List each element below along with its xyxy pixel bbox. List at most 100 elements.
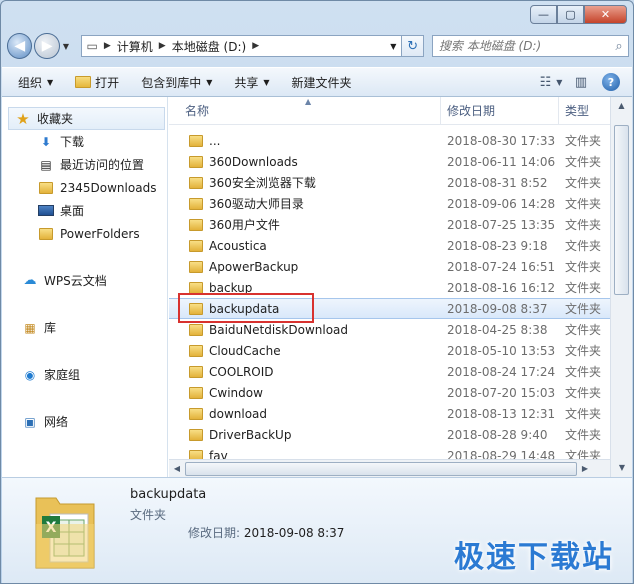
nav-library-label: 库 [44, 321, 57, 335]
table-row[interactable]: CloudCache 2018-05-10 13:53 文件夹 [169, 340, 610, 361]
include-library-label: 包含到库中 [141, 75, 202, 90]
organize-button[interactable]: 组织 ▼ [18, 74, 53, 91]
table-row[interactable]: backupdata 2018-09-08 8:37 文件夹 [169, 298, 610, 319]
file-date: 2018-04-25 8:38 [447, 322, 548, 337]
folder-icon [189, 155, 203, 168]
file-type: 文件夹 [565, 197, 602, 211]
horizontal-scroll-thumb[interactable] [185, 461, 577, 476]
table-row[interactable]: ... 2018-08-30 17:33 文件夹 [169, 130, 610, 151]
table-row[interactable]: backup 2018-08-16 16:12 文件夹 [169, 277, 610, 298]
file-date: 2018-08-16 16:12 [447, 280, 556, 295]
column-name-header[interactable]: ▲ 名称 [169, 97, 441, 125]
breadcrumb-separator-icon[interactable]: ▶ [100, 41, 115, 51]
include-in-library-button[interactable]: 包含到库中 ▼ [141, 74, 212, 91]
file-type: 文件夹 [565, 428, 602, 442]
new-folder-button[interactable]: 新建文件夹 [292, 74, 352, 91]
refresh-icon: ↻ [407, 38, 419, 54]
command-bar: 组织 ▼ 打开 包含到库中 ▼ 共享 ▼ 新建文件夹 ☷ ▼ ▥ ? [2, 67, 632, 97]
open-button[interactable]: 打开 [75, 74, 119, 91]
chevron-down-icon: ▼ [206, 77, 213, 87]
breadcrumb-separator-icon[interactable]: ▶ [155, 41, 170, 51]
view-controls: ☷ ▼ ▥ ? [532, 72, 622, 92]
download-folder-icon: ⬇ [40, 134, 52, 149]
folder-icon [189, 134, 203, 147]
vertical-scroll-thumb[interactable] [614, 125, 629, 295]
maximize-button[interactable]: ▢ [557, 5, 584, 24]
breadcrumb-separator-icon[interactable]: ▶ [248, 41, 263, 51]
nav-wps-cloud[interactable]: ☁ WPS云文档 [2, 269, 167, 292]
file-name-cell: 360安全浏览器下载 [169, 174, 441, 191]
table-row[interactable]: Acoustica 2018-08-23 9:18 文件夹 [169, 235, 610, 256]
nav-homegroup[interactable]: ◉ 家庭组 [2, 363, 167, 386]
chevron-down-icon: ▼ [47, 77, 54, 87]
address-bar[interactable]: ▭ ▶ 计算机 ▶ 本地磁盘 (D:) ▶ ▼ [80, 35, 403, 57]
nav-item-powerfolders[interactable]: PowerFolders [2, 222, 167, 245]
file-type: 文件夹 [565, 365, 602, 379]
back-button[interactable]: ◀ [7, 33, 33, 59]
file-name-cell: ... [169, 134, 441, 148]
column-date-header[interactable]: 修改日期 [441, 97, 559, 125]
search-input[interactable] [432, 39, 610, 53]
file-name-cell: download [169, 407, 441, 421]
recent-pages-dropdown[interactable]: ▼ [63, 42, 75, 51]
column-type-label: 类型 [565, 104, 590, 118]
close-button[interactable]: ✕ [584, 5, 627, 24]
table-row[interactable]: Cwindow 2018-07-20 15:03 文件夹 [169, 382, 610, 403]
nav-item-label: 2345Downloads [60, 180, 157, 195]
minimize-button[interactable]: — [530, 5, 557, 24]
scroll-left-icon[interactable]: ◀ [169, 464, 185, 473]
folder-icon [39, 227, 53, 240]
horizontal-scrollbar[interactable]: ◀ ▶ [169, 459, 610, 477]
search-icon[interactable]: ⌕ [610, 39, 628, 54]
file-type: 文件夹 [565, 155, 602, 169]
file-name: DriverBackUp [209, 427, 292, 442]
column-type-header[interactable]: 类型 [559, 97, 610, 125]
open-label: 打开 [95, 75, 120, 90]
table-row[interactable]: COOLROID 2018-08-24 17:24 文件夹 [169, 361, 610, 382]
nav-item-2345downloads[interactable]: 2345Downloads [2, 176, 167, 199]
library-icon: ▦ [24, 320, 36, 335]
nav-item-desktop[interactable]: 桌面 [2, 199, 167, 222]
nav-item-label: 下载 [60, 135, 85, 149]
file-name-cell: Cwindow [169, 386, 441, 400]
table-row[interactable]: 360Downloads 2018-06-11 14:06 文件夹 [169, 151, 610, 172]
folder-icon [189, 176, 203, 189]
table-row[interactable]: 360安全浏览器下载 2018-08-31 8:52 文件夹 [169, 172, 610, 193]
file-name: 360Downloads [209, 154, 298, 169]
share-button[interactable]: 共享 ▼ [234, 74, 269, 91]
table-row[interactable]: 360用户文件 2018-07-25 13:35 文件夹 [169, 214, 610, 235]
scroll-right-icon[interactable]: ▶ [577, 464, 593, 473]
vertical-scrollbar[interactable]: ▲ ▼ [610, 97, 632, 477]
navigation-pane: ★ 收藏夹 ⬇ 下载 ▤ 最近访问的位置 2345Downloads 桌面 Po… [2, 97, 168, 477]
table-row[interactable]: ApowerBackup 2018-07-24 16:51 文件夹 [169, 256, 610, 277]
nav-item-downloads[interactable]: ⬇ 下载 [2, 130, 167, 153]
help-button[interactable]: ? [600, 72, 622, 92]
nav-network[interactable]: ▣ 网络 [2, 410, 167, 433]
folder-icon [189, 260, 203, 273]
folder-icon [189, 386, 203, 399]
table-row[interactable]: DriverBackUp 2018-08-28 9:40 文件夹 [169, 424, 610, 445]
scroll-up-icon[interactable]: ▲ [611, 97, 632, 115]
file-name: ApowerBackup [209, 259, 299, 274]
file-name-cell: 360用户文件 [169, 216, 441, 233]
nav-library[interactable]: ▦ 库 [2, 316, 167, 339]
breadcrumb-computer[interactable]: 计算机 [115, 38, 155, 55]
refresh-button[interactable]: ↻ [402, 35, 424, 57]
nav-favorites[interactable]: ★ 收藏夹 [8, 107, 165, 130]
forward-button[interactable]: ▶ [34, 33, 60, 59]
table-row[interactable]: download 2018-08-13 12:31 文件夹 [169, 403, 610, 424]
nav-item-label: 桌面 [60, 204, 85, 218]
table-row[interactable]: 360驱动大师目录 2018-09-06 14:28 文件夹 [169, 193, 610, 214]
breadcrumb-local-disk[interactable]: 本地磁盘 (D:) [170, 38, 248, 55]
file-name-cell: 360驱动大师目录 [169, 195, 441, 212]
file-date: 2018-06-11 14:06 [447, 154, 556, 169]
nav-item-recent[interactable]: ▤ 最近访问的位置 [2, 153, 167, 176]
scroll-down-icon[interactable]: ▼ [611, 459, 633, 477]
details-modified-label: 修改日期: [188, 526, 241, 540]
view-options-button[interactable]: ☷ ▼ [540, 72, 563, 92]
preview-pane-button[interactable]: ▥ [570, 72, 592, 92]
file-name-cell: backup [169, 281, 441, 295]
address-history-dropdown[interactable]: ▼ [385, 42, 401, 51]
table-row[interactable]: BaiduNetdiskDownload 2018-04-25 8:38 文件夹 [169, 319, 610, 340]
file-name: ... [209, 133, 221, 148]
